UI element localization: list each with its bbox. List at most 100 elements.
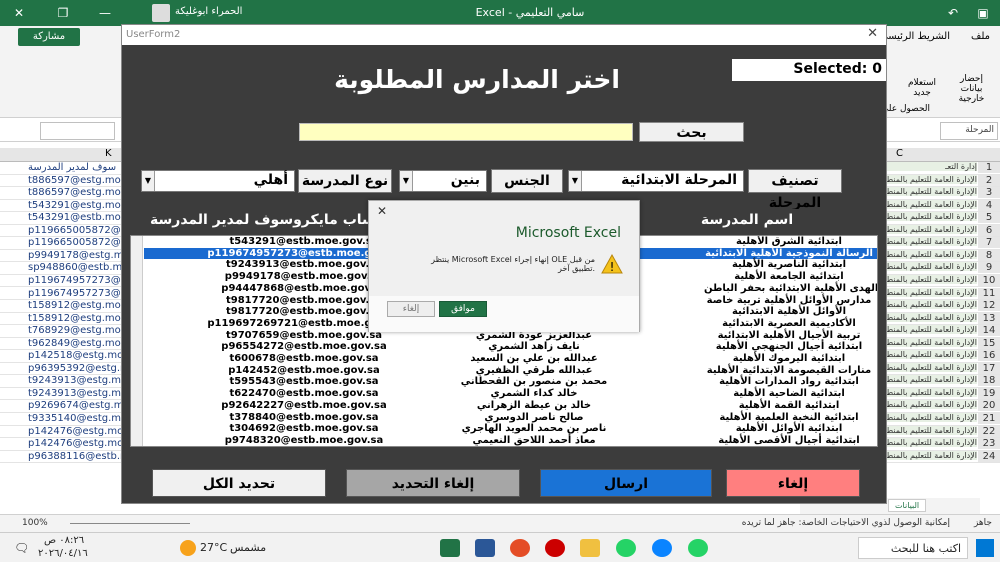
close-window-icon[interactable]: ✕ (6, 3, 32, 23)
grid-cell-k[interactable]: t768929@estg.mo (28, 325, 123, 336)
chevron-down-icon[interactable]: ▼ (400, 171, 413, 191)
row-number[interactable]: 3 (978, 187, 1000, 199)
cancel-button[interactable]: إلغاء (387, 301, 435, 317)
grid-cell-k[interactable]: p119665005872@ (28, 237, 123, 248)
clock-time[interactable]: ٠٨:٢٦ ص (44, 535, 84, 546)
grid-cell-c[interactable]: الإدارة العامة للتعليم بالمنط (882, 312, 977, 322)
taskbar-search[interactable]: اكتب هنا للبحث (858, 537, 968, 559)
stage-combobox[interactable]: ▼ المرحلة الابتدائية (568, 170, 744, 192)
grid-cell-c[interactable]: الإدارة العامة للتعليم بالمنط (882, 237, 977, 247)
row-number[interactable]: 15 (978, 337, 1000, 349)
grid-cell-c[interactable]: الإدارة العامة للتعليم بالمنط (882, 450, 977, 460)
row-number[interactable]: 16 (978, 350, 1000, 362)
row-number[interactable]: 11 (978, 287, 1000, 299)
row-number[interactable]: 24 (978, 450, 1000, 462)
minimize-window-icon[interactable]: — (92, 3, 118, 23)
row-number[interactable]: 20 (978, 400, 1000, 412)
list-item[interactable]: ابتدائية الضاحية الأهلية خالد كداء الشمري… (144, 388, 877, 400)
new-query-button[interactable]: استعلام جديد (902, 78, 942, 98)
grid-cell-c[interactable]: الإدارة العامة للتعليم بالمنط (882, 249, 977, 259)
list-item[interactable]: ابتدائية رواد المدارات الأهلية محمد بن من… (144, 376, 877, 388)
grid-cell-k[interactable]: p142518@estg.mo (28, 350, 123, 361)
grid-cell-k[interactable]: p142476@estg.mo (28, 426, 123, 437)
word-icon[interactable] (475, 539, 495, 557)
grid-cell-k[interactable]: p119665005872@ (28, 225, 123, 236)
weather-icon[interactable] (180, 540, 196, 556)
clock-date[interactable]: ٢٠٢٦/٠٤/١٦ (38, 548, 88, 559)
column-c-header[interactable]: C (896, 148, 903, 159)
type-combobox[interactable]: ▼ أهلي (141, 170, 295, 192)
row-number[interactable]: 10 (978, 274, 1000, 286)
grid-cell-c[interactable]: الإدارة العامة للتعليم بالمنط (882, 274, 977, 284)
grid-cell-k[interactable]: t9335140@estg.mo (28, 413, 127, 424)
select-all-button[interactable]: تحديد الكل (152, 469, 326, 497)
unselect-button[interactable]: إلغاء التحديد (346, 469, 520, 497)
start-icon[interactable] (976, 539, 994, 557)
listbox-scrollbar[interactable] (131, 236, 143, 446)
grid-cell-k[interactable]: t158912@estg.mo (28, 300, 123, 311)
grid-cell-k[interactable]: t886597@estg.mo (28, 175, 123, 186)
grid-cell-k[interactable]: p9269674@estg.m (28, 400, 123, 411)
row-number[interactable]: 13 (978, 312, 1000, 324)
cancel-button[interactable]: إلغاء (726, 469, 860, 497)
user-avatar[interactable] (152, 4, 170, 22)
grid-cell-c[interactable]: الإدارة العامة للتعليم بالمنط (882, 362, 977, 372)
list-item[interactable]: منارات القيصومة الابتدائية الأهلية عبدالل… (144, 365, 877, 377)
send-button[interactable]: ارسال (540, 469, 712, 497)
grid-cell-k[interactable]: سوف لمدير المدرسة (28, 162, 123, 173)
excel-icon[interactable] (440, 539, 460, 557)
chevron-down-icon[interactable]: ▼ (142, 171, 155, 191)
folder-icon[interactable] (580, 539, 600, 557)
close-icon[interactable]: ✕ (377, 204, 387, 218)
grid-cell-k[interactable]: p142476@estg.mo (28, 438, 123, 449)
row-number[interactable]: 22 (978, 425, 1000, 437)
grid-cell-k[interactable]: sp948860@estb.m (28, 262, 123, 273)
row-number[interactable]: 6 (978, 224, 1000, 236)
row-number[interactable]: 17 (978, 362, 1000, 374)
grid-cell-c[interactable]: الإدارة العامة للتعليم بالمنط (882, 337, 977, 347)
whatsapp-icon[interactable] (616, 539, 636, 557)
accessibility-status[interactable]: إمكانية الوصول لذوي الاحتياجات الخاصة: ج… (742, 518, 950, 528)
row-number[interactable]: 14 (978, 325, 1000, 337)
grid-cell-c[interactable]: الإدارة العامة للتعليم بالمنط (882, 375, 977, 385)
list-item[interactable]: ابتدائية الأوائل الأهلية ناصر بن محمد الع… (144, 423, 877, 435)
grid-cell-c[interactable]: إدارة التعـ (882, 162, 977, 171)
grid-cell-c[interactable]: الإدارة العامة للتعليم بالمنط (882, 199, 977, 209)
list-item[interactable]: ابتدائية أجيال الأقصى الأهلية معاذ أحمد ا… (144, 435, 877, 446)
restore-window-icon[interactable]: ❐ (50, 3, 76, 23)
column-k-header[interactable]: K (105, 148, 112, 159)
search-input[interactable] (299, 123, 633, 141)
share-button[interactable]: مشاركة (18, 28, 80, 46)
formula-input[interactable] (40, 122, 115, 140)
grid-cell-k[interactable]: p119674957273@ (28, 275, 123, 286)
grid-cell-k[interactable]: t158912@estg.mo (28, 313, 123, 324)
list-item[interactable]: ابتدائية أجيال الجنهجي الأهلية نايف زاهد … (144, 341, 877, 353)
grid-cell-c[interactable]: الإدارة العامة للتعليم بالمنط (882, 262, 977, 272)
grid-cell-c[interactable]: الإدارة العامة للتعليم بالمنط (882, 174, 977, 184)
grid-cell-k[interactable]: t543291@estb.mo (28, 212, 123, 223)
grid-cell-c[interactable]: الإدارة العامة للتعليم بالمنط (882, 287, 977, 297)
whatsapp-icon[interactable] (688, 539, 708, 557)
row-number[interactable]: 1 (978, 162, 1000, 173)
row-number[interactable]: 23 (978, 438, 1000, 450)
sheet-tab[interactable]: البيانات (888, 499, 927, 512)
row-number[interactable]: 4 (978, 199, 1000, 211)
row-number[interactable]: 12 (978, 300, 1000, 312)
grid-cell-c[interactable]: الإدارة العامة للتعليم بالمنط (882, 300, 977, 310)
grid-cell-c[interactable]: الإدارة العامة للتعليم بالمنط (882, 224, 977, 234)
notification-icon[interactable]: 🗨 (14, 541, 29, 555)
grid-cell-k[interactable]: t886597@estg.mo (28, 187, 123, 198)
row-number[interactable]: 5 (978, 212, 1000, 224)
record-icon[interactable] (545, 539, 565, 557)
zoom-slider[interactable] (70, 523, 190, 524)
grid-cell-k[interactable]: t9243913@estg.mo (28, 375, 127, 386)
edge-icon[interactable] (652, 539, 672, 557)
ok-button[interactable]: موافق (439, 301, 487, 317)
grid-cell-c[interactable]: الإدارة العامة للتعليم بالمنط (882, 187, 977, 197)
row-number[interactable]: 7 (978, 237, 1000, 249)
undo-icon[interactable]: ↶ (940, 3, 966, 23)
grid-cell-k[interactable]: t962849@estg.mo (28, 338, 123, 349)
weather-temp[interactable]: 27°C (200, 541, 227, 554)
row-number[interactable]: 9 (978, 262, 1000, 274)
zoom-level[interactable]: 100% (22, 518, 48, 528)
